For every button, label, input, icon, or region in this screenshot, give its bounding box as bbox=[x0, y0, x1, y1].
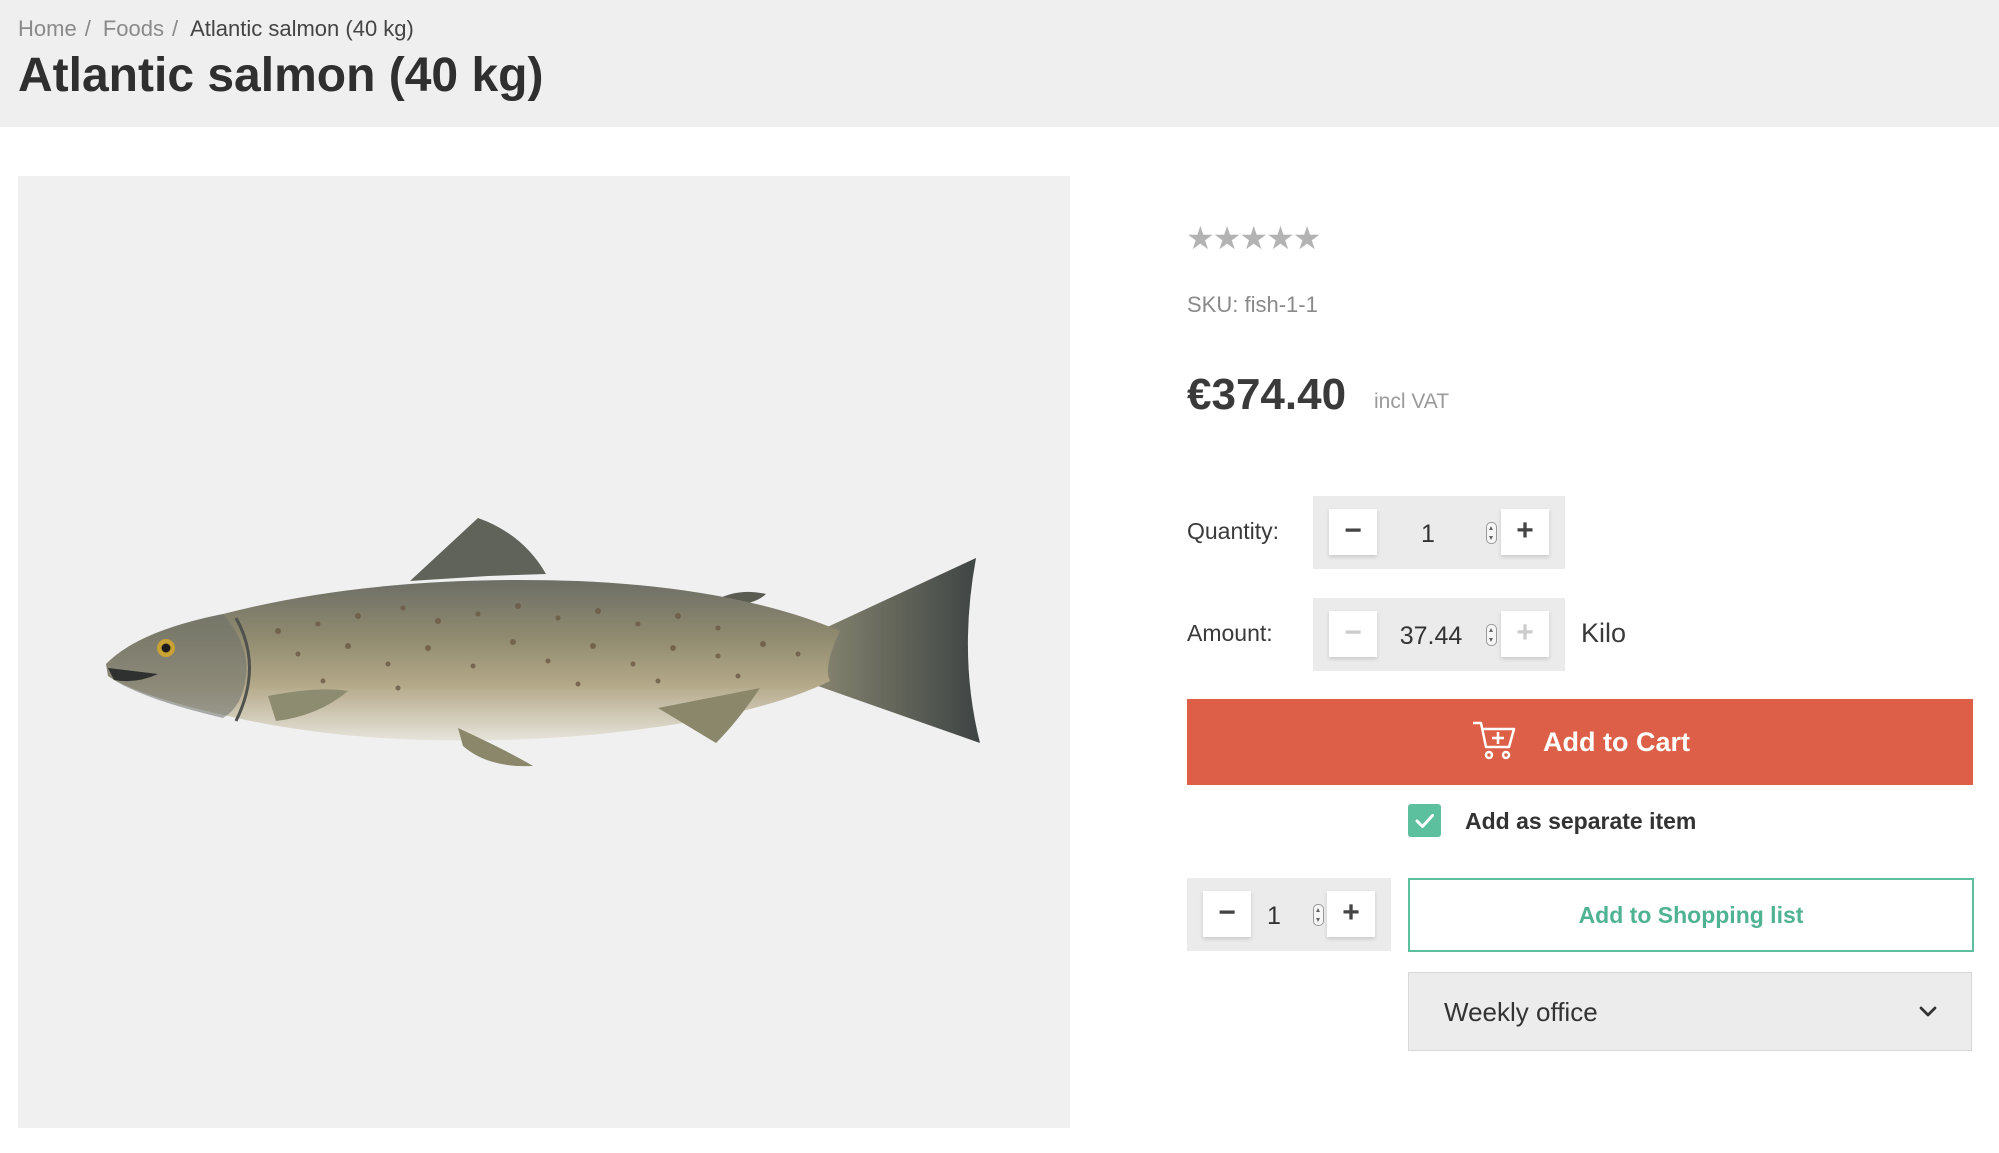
quantity-input[interactable]: 1 bbox=[1393, 520, 1463, 549]
shopping-list-quantity-stepper: − 1 + bbox=[1187, 878, 1391, 951]
sku-text: SKU: fish-1-1 bbox=[1187, 292, 1318, 317]
amount-stepper: − 37.44 + bbox=[1313, 598, 1565, 671]
quantity-label: Quantity: bbox=[1187, 518, 1280, 544]
quantity-decrement-button[interactable]: − bbox=[1329, 509, 1377, 555]
vat-note: incl VAT bbox=[1374, 390, 1450, 413]
shopping-list-selected: Weekly office bbox=[1444, 997, 1598, 1027]
quantity-stepper: − 1 + bbox=[1313, 496, 1565, 569]
shopping-list-quantity-input[interactable]: 1 bbox=[1259, 902, 1289, 931]
quantity-spinner-icon[interactable] bbox=[1486, 522, 1497, 544]
star-icon: ★ bbox=[1212, 220, 1242, 256]
shopping-list-decrement-button[interactable]: − bbox=[1203, 891, 1251, 937]
star-icon: ★ bbox=[1239, 220, 1268, 256]
separate-item-label[interactable]: Add as separate item bbox=[1465, 808, 1696, 835]
rating-stars: ★★★★★ bbox=[1186, 220, 1322, 256]
cart-plus-icon bbox=[1473, 721, 1516, 760]
checkmark-icon bbox=[1415, 814, 1434, 828]
add-to-shopping-list-button[interactable]: Add to Shopping list bbox=[1408, 878, 1974, 952]
breadcrumb: Home / Foods / Atlantic salmon (40 kg) bbox=[18, 16, 414, 42]
salmon-illustration bbox=[106, 518, 980, 767]
amount-decrement-button[interactable]: − bbox=[1329, 611, 1377, 657]
shopping-list-spinner-icon[interactable] bbox=[1313, 904, 1324, 926]
breadcrumb-current: Atlantic salmon (40 kg) bbox=[190, 16, 414, 41]
separate-item-checkbox[interactable] bbox=[1408, 804, 1441, 837]
breadcrumb-separator: / bbox=[84, 16, 91, 41]
page-title: Atlantic salmon (40 kg) bbox=[18, 49, 544, 102]
chevron-down-icon bbox=[1919, 1006, 1937, 1017]
product-price: €374.40 bbox=[1187, 370, 1347, 419]
amount-spinner-icon[interactable] bbox=[1486, 624, 1497, 646]
amount-unit: Kilo bbox=[1581, 618, 1627, 648]
star-icon: ★ bbox=[1292, 220, 1322, 256]
amount-input[interactable]: 37.44 bbox=[1388, 622, 1474, 651]
breadcrumb-home-link[interactable]: Home bbox=[18, 16, 77, 41]
product-image bbox=[18, 176, 1070, 1128]
shopping-list-select[interactable]: Weekly office bbox=[1408, 972, 1972, 1051]
add-to-cart-label: Add to Cart bbox=[1543, 727, 1690, 757]
amount-increment-button[interactable]: + bbox=[1501, 611, 1549, 657]
star-icon: ★ bbox=[1266, 220, 1295, 256]
breadcrumb-separator: / bbox=[171, 16, 179, 41]
star-icon: ★ bbox=[1186, 220, 1215, 256]
add-to-cart-button[interactable]: Add to Cart bbox=[1187, 699, 1973, 785]
shopping-list-increment-button[interactable]: + bbox=[1327, 891, 1375, 937]
page-header: Home / Foods / Atlantic salmon (40 kg) Atlan… bbox=[0, 0, 1999, 127]
amount-label: Amount: bbox=[1187, 620, 1273, 646]
quantity-increment-button[interactable]: + bbox=[1501, 509, 1549, 555]
breadcrumb-foods-link[interactable]: Foods bbox=[103, 16, 164, 41]
